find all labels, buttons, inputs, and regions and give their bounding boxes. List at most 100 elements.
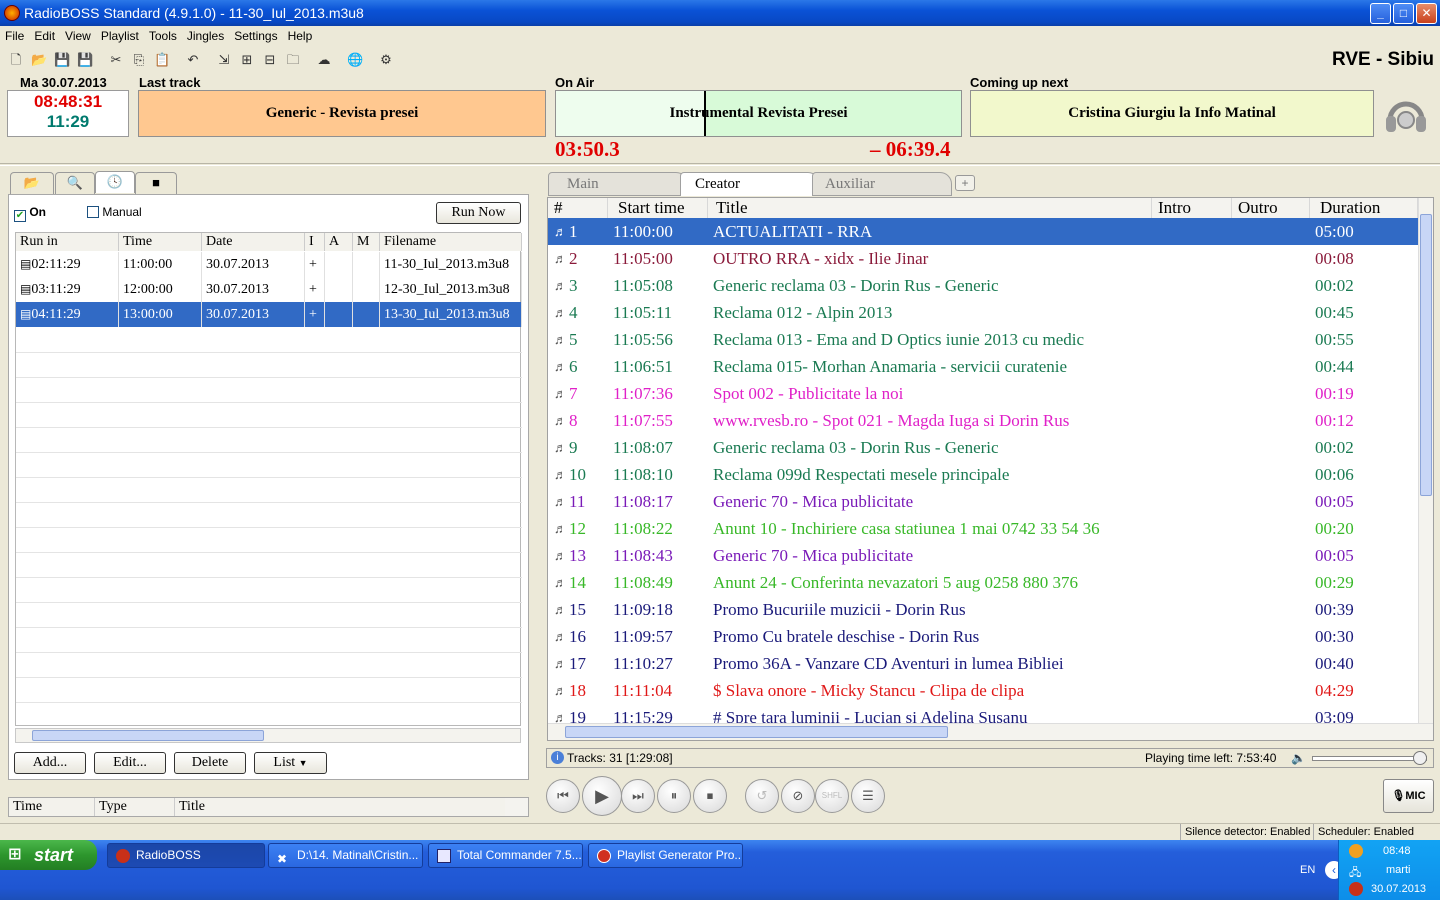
undo-icon[interactable]: ↶ bbox=[185, 52, 201, 68]
menu-file[interactable]: File bbox=[0, 26, 29, 46]
add-button[interactable]: Add... bbox=[14, 752, 86, 774]
manual-checkbox[interactable]: Manual bbox=[87, 205, 142, 219]
scrollbar-thumb[interactable] bbox=[1420, 214, 1432, 496]
task-total-commander[interactable]: Total Commander 7.5... bbox=[428, 843, 583, 868]
playlist-row[interactable]: ♬ 5 11:05:56 Reclama 013 - Ema and D Optics… bbox=[548, 326, 1418, 353]
playlist-row[interactable]: ♬ 14 11:08:49 Anunt 24 - Conferinta nevazat… bbox=[548, 569, 1418, 596]
playlist-row[interactable]: ♬ 10 11:08:10 Reclama 099d Respectati mesel… bbox=[548, 461, 1418, 488]
col-a[interactable]: A bbox=[325, 233, 353, 251]
tray-network-icon[interactable]: 🖧 bbox=[1349, 864, 1361, 883]
save-icon[interactable]: 💾 bbox=[54, 52, 70, 68]
tab-creator[interactable]: Creator bbox=[680, 172, 820, 196]
tab-auxiliar[interactable]: Auxiliar bbox=[812, 172, 952, 196]
col-outro[interactable]: Outro bbox=[1232, 198, 1310, 218]
on-air-box[interactable]: Instrumental Revista Presei bbox=[555, 90, 962, 137]
tab-search[interactable]: 🔍 bbox=[55, 172, 95, 194]
globe-icon[interactable]: 🌐 bbox=[347, 52, 363, 68]
playlist-menu-button[interactable]: ☰ bbox=[851, 779, 885, 813]
table-row[interactable]: ▤02:11:29 11:00:00 30.07.2013 + 11-30_Iu… bbox=[16, 252, 522, 277]
playlist-row[interactable]: ♬ 6 11:06:51 Reclama 015- Morhan Anamaria -… bbox=[548, 353, 1418, 380]
task-explorer[interactable]: ✖ D:\14. Matinal\Cristin... bbox=[268, 843, 423, 868]
stop-button[interactable]: ⏹ bbox=[693, 779, 727, 813]
cut-icon[interactable]: ✂ bbox=[108, 52, 124, 68]
edit-button[interactable]: Edit... bbox=[94, 752, 166, 774]
col-date[interactable]: Date bbox=[202, 233, 305, 251]
repeat-button[interactable]: ↺ bbox=[745, 779, 779, 813]
playlist-row[interactable]: ♬ 15 11:09:18 Promo Bucuriile muzicii - Dor… bbox=[548, 596, 1418, 623]
col-number[interactable]: # bbox=[548, 198, 608, 218]
list-button[interactable]: List ▼ bbox=[254, 752, 327, 774]
playlist-row[interactable]: ♬ 18 11:11:04 $ Slava onore - Micky Stancu … bbox=[548, 677, 1418, 704]
table-row[interactable]: ▤03:11:29 12:00:00 30.07.2013 + 12-30_Iu… bbox=[16, 277, 522, 302]
history-col-title[interactable]: Title bbox=[175, 798, 505, 816]
playlist-row[interactable]: ♬ 17 11:10:27 Promo 36A - Vanzare CD Aventu… bbox=[548, 650, 1418, 677]
mic-button[interactable]: 🎙MIC bbox=[1383, 779, 1434, 813]
playlist-hscrollbar[interactable] bbox=[548, 723, 1433, 740]
col-intro[interactable]: Intro bbox=[1152, 198, 1232, 218]
cloud-icon[interactable]: ☁ bbox=[316, 52, 332, 68]
col-start-time[interactable]: Start time bbox=[608, 198, 708, 218]
maximize-button[interactable]: □ bbox=[1393, 3, 1414, 24]
paste-icon[interactable]: 📋 bbox=[154, 52, 170, 68]
playlist-row-playing[interactable]: ♬ 1 11:00:00 ACTUALITATI - RRA 05:00 bbox=[548, 218, 1418, 245]
insert-track-icon[interactable]: ⇲ bbox=[216, 52, 232, 68]
playlist-row[interactable]: ♬ 11 11:08:17 Generic 70 - Mica publicitate… bbox=[548, 488, 1418, 515]
scheduler-hscrollbar[interactable] bbox=[15, 728, 521, 743]
col-m[interactable]: M bbox=[353, 233, 380, 251]
scrollbar-thumb[interactable] bbox=[32, 730, 264, 741]
col-time[interactable]: Time bbox=[119, 233, 202, 251]
playlist-vscrollbar[interactable] bbox=[1418, 198, 1433, 723]
previous-button[interactable]: ⏮ bbox=[546, 779, 580, 813]
headphones-icon[interactable] bbox=[1382, 90, 1430, 138]
menu-view[interactable]: View bbox=[60, 26, 96, 46]
playlist-row[interactable]: ♬ 2 11:05:00 OUTRO RRA - xidx - Ilie Jinar 0… bbox=[548, 245, 1418, 272]
tab-files[interactable]: 📂 bbox=[10, 172, 54, 194]
playlist-row[interactable]: ♬ 4 11:05:11 Reclama 012 - Alpin 2013 00:45 bbox=[548, 299, 1418, 326]
playlist-row[interactable]: ♬ 3 11:05:08 Generic reclama 03 - Dorin Rus… bbox=[548, 272, 1418, 299]
on-checkbox[interactable]: ✔ On bbox=[14, 205, 46, 222]
menu-edit[interactable]: Edit bbox=[29, 26, 60, 46]
tray-radioboss-icon[interactable] bbox=[1349, 882, 1363, 896]
shuffle-button[interactable]: SHFL bbox=[815, 779, 849, 813]
playlist-row[interactable]: ♬ 16 11:09:57 Promo Cu bratele deschise - D… bbox=[548, 623, 1418, 650]
delete-button[interactable]: Delete bbox=[174, 752, 246, 774]
language-indicator[interactable]: EN bbox=[1300, 864, 1315, 876]
tray-app-icon[interactable] bbox=[1349, 844, 1363, 858]
play-button[interactable]: ▶ bbox=[582, 776, 622, 816]
task-radioboss[interactable]: RadioBOSS bbox=[107, 843, 265, 868]
run-now-button[interactable]: Run Now bbox=[436, 202, 521, 224]
new-file-icon[interactable]: 🗋 bbox=[8, 52, 24, 68]
next-button[interactable]: ⏭ bbox=[621, 779, 655, 813]
tab-main[interactable]: Main bbox=[548, 172, 688, 196]
task-playlist-generator[interactable]: Playlist Generator Pro... bbox=[588, 843, 743, 868]
add-folder-icon[interactable]: 🗀 bbox=[285, 52, 301, 68]
settings-gear-icon[interactable]: ⚙ bbox=[378, 52, 394, 68]
save-as-icon[interactable]: 💾 bbox=[77, 52, 93, 68]
col-title[interactable]: Title bbox=[708, 198, 1152, 218]
history-col-type[interactable]: Type bbox=[95, 798, 175, 816]
col-i[interactable]: I bbox=[305, 233, 325, 251]
menu-tools[interactable]: Tools bbox=[144, 26, 182, 46]
playlist-row[interactable]: ♬ 13 11:08:43 Generic 70 - Mica publicitate… bbox=[548, 542, 1418, 569]
add-tracks-icon[interactable]: ⊞ bbox=[239, 52, 255, 68]
scrollbar-thumb[interactable] bbox=[565, 726, 948, 738]
playlist-row[interactable]: ♬ 8 11:07:55 www.rvesb.ro - Spot 021 - Magd… bbox=[548, 407, 1418, 434]
menu-playlist[interactable]: Playlist bbox=[96, 26, 144, 46]
volume-slider[interactable] bbox=[1312, 751, 1427, 765]
minimize-button[interactable]: _ bbox=[1370, 3, 1391, 24]
playlist-row[interactable]: ♬ 12 11:08:22 Anunt 10 - Inchiriere casa st… bbox=[548, 515, 1418, 542]
menu-help[interactable]: Help bbox=[283, 26, 318, 46]
pause-button[interactable]: ⏸ bbox=[657, 779, 691, 813]
col-run-in[interactable]: Run in bbox=[16, 233, 119, 251]
history-col-time[interactable]: Time bbox=[9, 798, 95, 816]
disable-button[interactable]: ⊘ bbox=[781, 779, 815, 813]
menu-jingles[interactable]: Jingles bbox=[182, 26, 229, 46]
playlist-row[interactable]: ♬ 7 11:07:36 Spot 002 - Publicitate la noi 0… bbox=[548, 380, 1418, 407]
add-list-icon[interactable]: ⊟ bbox=[262, 52, 278, 68]
close-button[interactable]: ✕ bbox=[1416, 3, 1437, 24]
tab-scheduler[interactable]: 🕓 bbox=[95, 171, 135, 193]
tab-cartwall[interactable]: ■ bbox=[135, 172, 177, 194]
open-folder-icon[interactable]: 📂 bbox=[31, 52, 47, 68]
add-tab-icon[interactable]: + bbox=[955, 175, 975, 191]
copy-icon[interactable]: ⎘ bbox=[131, 52, 147, 68]
